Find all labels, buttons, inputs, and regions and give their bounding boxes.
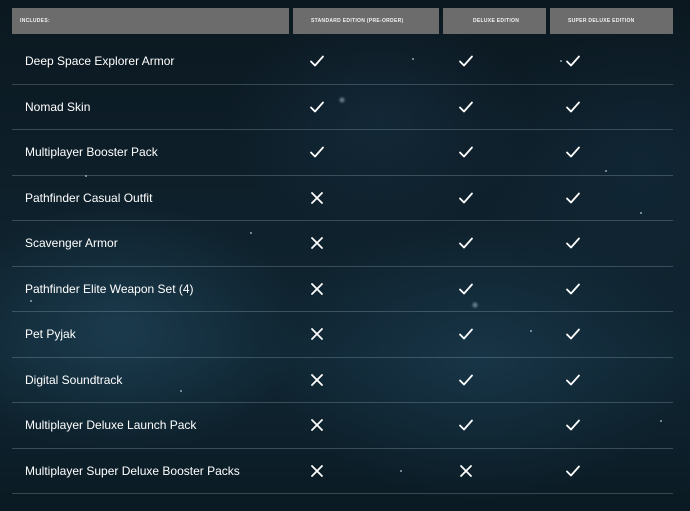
deluxe-cross-icon: [458, 463, 474, 479]
row-label: Multiplayer Deluxe Launch Pack: [25, 418, 197, 432]
deluxe-check-icon: [458, 281, 474, 297]
table-header: INCLUDES: STANDARD EDITION (PRE-ORDER) D…: [12, 8, 673, 34]
deluxe-check-icon: [458, 372, 474, 388]
edition-comparison-table: INCLUDES: STANDARD EDITION (PRE-ORDER) D…: [12, 8, 673, 494]
table-row: Scavenger Armor: [12, 221, 673, 267]
super-deluxe-check-icon: [565, 235, 581, 251]
standard-cross-icon: [309, 326, 325, 342]
deluxe-check-icon: [458, 235, 474, 251]
super-deluxe-check-icon: [565, 372, 581, 388]
standard-cross-icon: [309, 417, 325, 433]
row-label: Multiplayer Booster Pack: [25, 145, 158, 159]
row-label: Digital Soundtrack: [25, 372, 123, 387]
standard-check-icon: [309, 144, 325, 160]
table-row: Multiplayer Booster Pack: [12, 130, 673, 176]
table-row: Digital Soundtrack: [12, 358, 673, 403]
table-row: Nomad Skin: [12, 85, 673, 130]
row-label: Nomad Skin: [25, 99, 91, 114]
row-label: Multiplayer Super Deluxe Booster Packs: [25, 463, 240, 478]
super-deluxe-check-icon: [565, 326, 581, 342]
standard-cross-icon: [309, 281, 325, 297]
row-label: Deep Space Explorer Armor: [25, 54, 175, 68]
super-deluxe-check-icon: [565, 53, 581, 69]
standard-cross-icon: [309, 463, 325, 479]
header-super-deluxe-edition: SUPER DELUXE EDITION: [550, 8, 673, 34]
super-deluxe-check-icon: [565, 463, 581, 479]
super-deluxe-check-icon: [565, 417, 581, 433]
super-deluxe-check-icon: [565, 190, 581, 206]
standard-cross-icon: [309, 190, 325, 206]
deluxe-check-icon: [458, 417, 474, 433]
row-label: Pet Pyjak: [25, 327, 76, 341]
row-label: Scavenger Armor: [25, 236, 118, 250]
deluxe-check-icon: [458, 144, 474, 160]
row-label: Pathfinder Casual Outfit: [25, 190, 153, 205]
super-deluxe-check-icon: [565, 99, 581, 115]
standard-check-icon: [309, 99, 325, 115]
super-deluxe-check-icon: [565, 281, 581, 297]
deluxe-check-icon: [458, 99, 474, 115]
header-standard-edition: STANDARD EDITION (PRE-ORDER): [293, 8, 439, 34]
standard-check-icon: [309, 53, 325, 69]
row-label: Pathfinder Elite Weapon Set (4): [25, 281, 194, 296]
standard-cross-icon: [309, 372, 325, 388]
table-row: Pet Pyjak: [12, 312, 673, 358]
super-deluxe-check-icon: [565, 144, 581, 160]
table-row: Pathfinder Elite Weapon Set (4): [12, 267, 673, 312]
header-deluxe-edition: DELUXE EDITION: [443, 8, 546, 34]
standard-cross-icon: [309, 235, 325, 251]
table-row: Deep Space Explorer Armor: [12, 39, 673, 85]
table-row: Pathfinder Casual Outfit: [12, 176, 673, 221]
deluxe-check-icon: [458, 190, 474, 206]
table-row: Multiplayer Deluxe Launch Pack: [12, 403, 673, 449]
table-body: Deep Space Explorer Armor Nomad Skin Multi…: [12, 39, 673, 494]
deluxe-check-icon: [458, 53, 474, 69]
deluxe-check-icon: [458, 326, 474, 342]
header-includes: INCLUDES:: [12, 8, 289, 34]
table-row: Multiplayer Super Deluxe Booster Packs: [12, 449, 673, 494]
